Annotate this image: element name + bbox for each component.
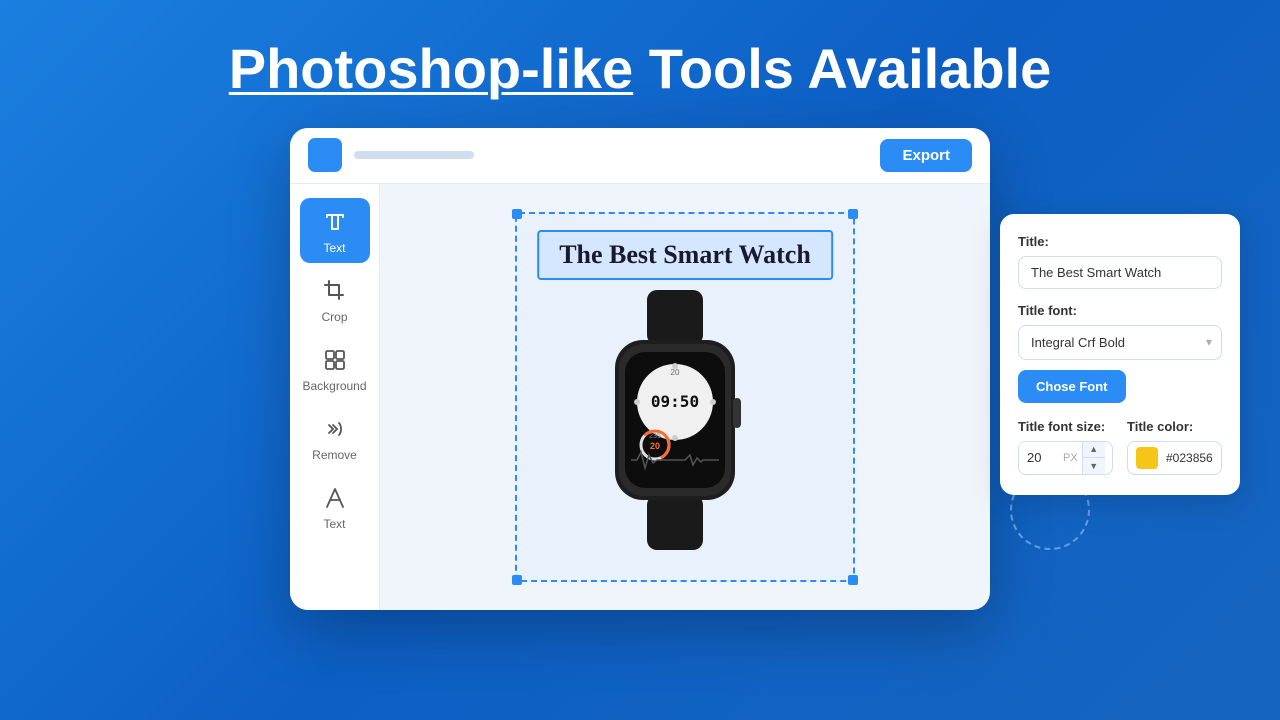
size-label: Title font size: xyxy=(1018,419,1113,434)
top-bar-line xyxy=(354,151,474,159)
tool-remove-label: Remove xyxy=(312,448,357,462)
selection-box: The Best Smart Watch xyxy=(515,212,855,582)
canvas-title-text: The Best Smart Watch xyxy=(559,240,811,269)
canvas-title-box[interactable]: The Best Smart Watch xyxy=(537,230,833,280)
page-title: Photoshop-like Tools Available xyxy=(229,38,1051,100)
page-header: Photoshop-like Tools Available xyxy=(229,0,1051,128)
tool-text2-label: Text xyxy=(323,517,345,531)
svg-text:235: 235 xyxy=(649,433,661,440)
title-label: Title: xyxy=(1018,234,1222,249)
properties-panel: Title: Title font: Integral Crf Bold ▾ C… xyxy=(1000,214,1240,495)
text-icon xyxy=(321,208,349,236)
canvas-area[interactable]: The Best Smart Watch xyxy=(380,184,990,610)
font-select[interactable]: Integral Crf Bold xyxy=(1018,325,1222,360)
main-area: Text Crop xyxy=(290,184,990,610)
tool-crop-label: Crop xyxy=(321,310,347,324)
title-highlight: Photoshop-like xyxy=(229,37,633,100)
sidebar: Text Crop xyxy=(290,184,380,610)
text2-icon xyxy=(321,484,349,512)
top-bar: Export xyxy=(290,128,990,184)
export-button[interactable]: Export xyxy=(880,139,972,172)
color-swatch[interactable] xyxy=(1136,447,1158,469)
svg-text:09:50: 09:50 xyxy=(651,392,699,411)
remove-icon xyxy=(321,415,349,443)
tool-crop[interactable]: Crop xyxy=(300,267,370,332)
size-arrows: ▲ ▼ xyxy=(1082,442,1105,474)
color-col: Title color: #023856 xyxy=(1127,419,1222,475)
tool-text-active[interactable]: Text xyxy=(300,198,370,263)
title-input[interactable] xyxy=(1018,256,1222,289)
logo-square xyxy=(308,138,342,172)
size-unit: PX xyxy=(1059,452,1082,464)
size-down-button[interactable]: ▼ xyxy=(1083,458,1105,474)
corner-bl xyxy=(512,575,522,585)
color-label: Title color: xyxy=(1127,419,1222,434)
background-icon xyxy=(321,346,349,374)
tool-text-label: Text xyxy=(323,241,345,255)
svg-text:20: 20 xyxy=(650,441,660,451)
tool-background-label: Background xyxy=(302,379,366,393)
size-input[interactable] xyxy=(1019,443,1059,472)
crop-icon xyxy=(321,277,349,305)
svg-text:20: 20 xyxy=(671,368,680,377)
size-up-button[interactable]: ▲ xyxy=(1083,442,1105,458)
font-label: Title font: xyxy=(1018,303,1222,318)
watch-image: 09:50 20 235 20 xyxy=(575,290,795,570)
choose-font-button[interactable]: Chose Font xyxy=(1018,370,1126,403)
color-wrap[interactable]: #023856 xyxy=(1127,441,1222,475)
tool-text-2[interactable]: Text xyxy=(300,474,370,539)
top-bar-left xyxy=(308,138,474,172)
size-input-wrap: PX ▲ ▼ xyxy=(1018,441,1113,475)
size-color-row: Title font size: PX ▲ ▼ Title color: xyxy=(1018,419,1222,475)
tool-remove[interactable]: Remove xyxy=(300,405,370,470)
corner-tl xyxy=(512,209,522,219)
size-col: Title font size: PX ▲ ▼ xyxy=(1018,419,1113,475)
app-container: Export Text xyxy=(290,128,990,610)
corner-br xyxy=(848,575,858,585)
color-hex: #023856 xyxy=(1166,451,1213,465)
font-select-wrap: Integral Crf Bold ▾ xyxy=(1018,325,1222,360)
tool-background[interactable]: Background xyxy=(300,336,370,401)
corner-tr xyxy=(848,209,858,219)
